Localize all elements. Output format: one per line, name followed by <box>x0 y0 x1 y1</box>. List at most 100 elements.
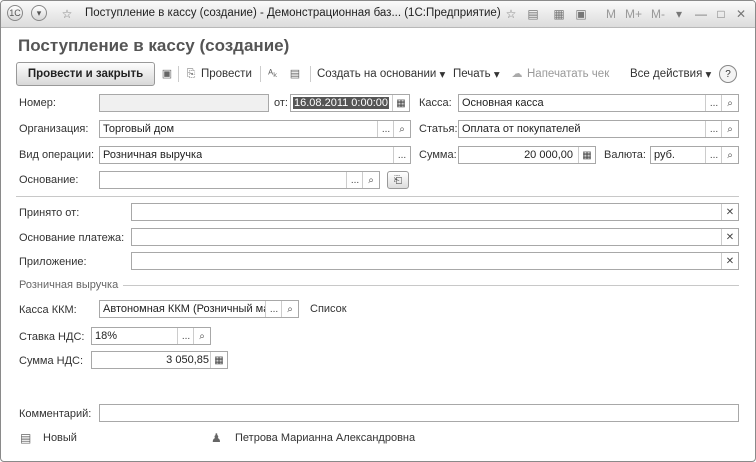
post-and-close-button[interactable]: Провести и закрыть <box>16 62 155 86</box>
all-actions-button[interactable]: Все действия ▾ <box>630 64 711 84</box>
clear-icon[interactable]: ✕ <box>721 204 738 220</box>
select-dots-icon[interactable]: ... <box>705 147 722 163</box>
post-icon: ⎘ <box>186 68 196 80</box>
memory-m[interactable]: M <box>606 7 616 21</box>
search-icon[interactable]: ⌕ <box>281 301 298 317</box>
link-icon[interactable]: ▤ <box>525 6 541 22</box>
select-dots-icon[interactable]: ... <box>346 172 363 188</box>
help-icon[interactable]: ? <box>719 65 737 83</box>
print-button[interactable]: Печать ▾ <box>453 64 500 84</box>
vat-sum-label: Сумма НДС: <box>19 355 84 367</box>
fill-basis-button[interactable]: ⎗ <box>387 171 409 189</box>
search-icon[interactable]: ⌕ <box>393 121 410 137</box>
sum-field[interactable]: 20 000,00 ▦ <box>458 146 596 164</box>
received-from-field[interactable]: ✕ <box>131 203 739 221</box>
calculator-icon[interactable]: ▦ <box>551 6 567 22</box>
cashbox-label: Касса: <box>419 97 452 109</box>
maximize-icon[interactable]: □ <box>713 6 729 22</box>
search-icon[interactable]: ⌕ <box>721 121 738 137</box>
minimize-icon[interactable]: — <box>693 6 709 22</box>
organization-label: Организация: <box>19 123 89 135</box>
attachment-field[interactable]: ✕ <box>131 252 739 270</box>
search-icon[interactable]: ⌕ <box>193 328 210 344</box>
calculator-icon[interactable]: ▦ <box>578 147 595 163</box>
window-title: Поступление в кассу (создание) - Демонст… <box>85 7 501 19</box>
close-icon[interactable]: ✕ <box>733 6 749 22</box>
document-status-icon: ▤ <box>20 431 32 445</box>
clear-icon[interactable]: ✕ <box>721 253 738 269</box>
calendar-icon[interactable]: ▣ <box>573 6 589 22</box>
attachment-label: Приложение: <box>19 256 87 268</box>
cashbox-value: Основная касса <box>462 97 544 109</box>
select-dots-icon[interactable]: ... <box>265 301 282 317</box>
basis-label: Основание: <box>19 174 79 186</box>
print-label: Печать <box>453 68 491 80</box>
comment-field[interactable] <box>99 404 739 422</box>
menu-arrow-icon[interactable]: ▾ <box>31 5 47 21</box>
search-icon[interactable]: ⌕ <box>721 95 738 111</box>
organization-value: Торговый дом <box>103 123 175 135</box>
article-label: Статья: <box>419 123 458 135</box>
select-dots-icon[interactable]: ... <box>377 121 394 137</box>
currency-label: Валюта: <box>604 149 646 161</box>
post-label: Провести <box>201 68 252 80</box>
date-value: 16.08.2011 0:00:00 <box>293 97 389 109</box>
currency-field[interactable]: руб. ... ⌕ <box>650 146 739 164</box>
movements-icon: ᴬₖ <box>268 68 278 80</box>
kkm-label: Касса ККМ: <box>19 304 77 316</box>
select-dots-icon[interactable]: ... <box>177 328 194 344</box>
group-divider <box>123 285 739 286</box>
cashbox-field[interactable]: Основная касса ... ⌕ <box>458 94 739 112</box>
structure-button[interactable]: ▤ <box>288 64 305 84</box>
save-button[interactable]: ▣ <box>160 64 177 84</box>
dropdown-icon[interactable]: ▾ <box>671 6 687 22</box>
operation-type-label: Вид операции: <box>19 149 95 161</box>
select-dots-icon[interactable]: ... <box>393 147 410 163</box>
favorite-star-icon[interactable]: ☆ <box>59 6 75 22</box>
operation-type-field[interactable]: Розничная выручка ... <box>99 146 411 164</box>
print-receipt-button[interactable]: ☁ Напечатать чек <box>510 64 610 84</box>
chevron-down-icon: ▾ <box>439 69 446 81</box>
kkm-field[interactable]: Автономная ККМ (Розничный ма ... ⌕ <box>99 300 299 318</box>
title-bar: 1С ▾ ☆ Поступление в кассу (создание) - … <box>1 1 755 28</box>
status-text: Новый <box>43 432 77 444</box>
payment-basis-field[interactable]: ✕ <box>131 228 739 246</box>
received-from-label: Принято от: <box>19 207 80 219</box>
print-receipt-label: Напечатать чек <box>527 68 610 80</box>
basis-field[interactable]: ... ⌕ <box>99 171 380 189</box>
post-button[interactable]: ⎘ Провести <box>184 64 252 84</box>
select-dots-icon[interactable]: ... <box>705 95 722 111</box>
cloud-icon: ☁ <box>511 68 523 80</box>
organization-field[interactable]: Торговый дом ... ⌕ <box>99 120 411 138</box>
vat-sum-field[interactable]: 3 050,85 ▦ <box>91 351 228 369</box>
chevron-down-icon: ▾ <box>705 69 712 81</box>
app-logo-icon[interactable]: 1С <box>7 5 23 21</box>
author-text: Петрова Марианна Александровна <box>235 432 416 444</box>
date-label: от: <box>274 97 288 109</box>
payment-basis-label: Основание платежа: <box>19 232 125 244</box>
save-icon: ▣ <box>161 68 173 80</box>
select-dots-icon[interactable]: ... <box>705 121 722 137</box>
article-value: Оплата от покупателей <box>462 123 581 135</box>
number-field[interactable] <box>99 94 269 112</box>
date-field[interactable]: 16.08.2011 0:00:00 ▦ <box>290 94 410 112</box>
currency-value: руб. <box>654 149 675 161</box>
retail-group-title: Розничная выручка <box>19 279 119 291</box>
calendar-icon[interactable]: ▦ <box>392 95 409 111</box>
create-based-label: Создать на основании <box>317 68 437 80</box>
calculator-icon[interactable]: ▦ <box>210 352 227 368</box>
search-icon[interactable]: ⌕ <box>362 172 379 188</box>
favorite-add-icon[interactable]: ☆ <box>503 6 519 22</box>
operation-type-value: Розничная выручка <box>103 149 203 161</box>
memory-m-plus[interactable]: M+ <box>625 7 642 21</box>
search-icon[interactable]: ⌕ <box>721 147 738 163</box>
article-field[interactable]: Оплата от покупателей ... ⌕ <box>458 120 739 138</box>
vat-rate-field[interactable]: 18% ... ⌕ <box>91 327 211 345</box>
command-bar: Провести и закрыть ▣ ⎘ Провести ᴬₖ ▤ Созд… <box>16 62 741 86</box>
clear-icon[interactable]: ✕ <box>721 229 738 245</box>
movements-button[interactable]: ᴬₖ <box>266 64 283 84</box>
create-based-on-button[interactable]: Создать на основании ▾ <box>317 64 445 84</box>
all-actions-label: Все действия <box>630 68 703 80</box>
list-link[interactable]: Список <box>310 303 347 315</box>
memory-m-minus[interactable]: M- <box>651 7 665 21</box>
